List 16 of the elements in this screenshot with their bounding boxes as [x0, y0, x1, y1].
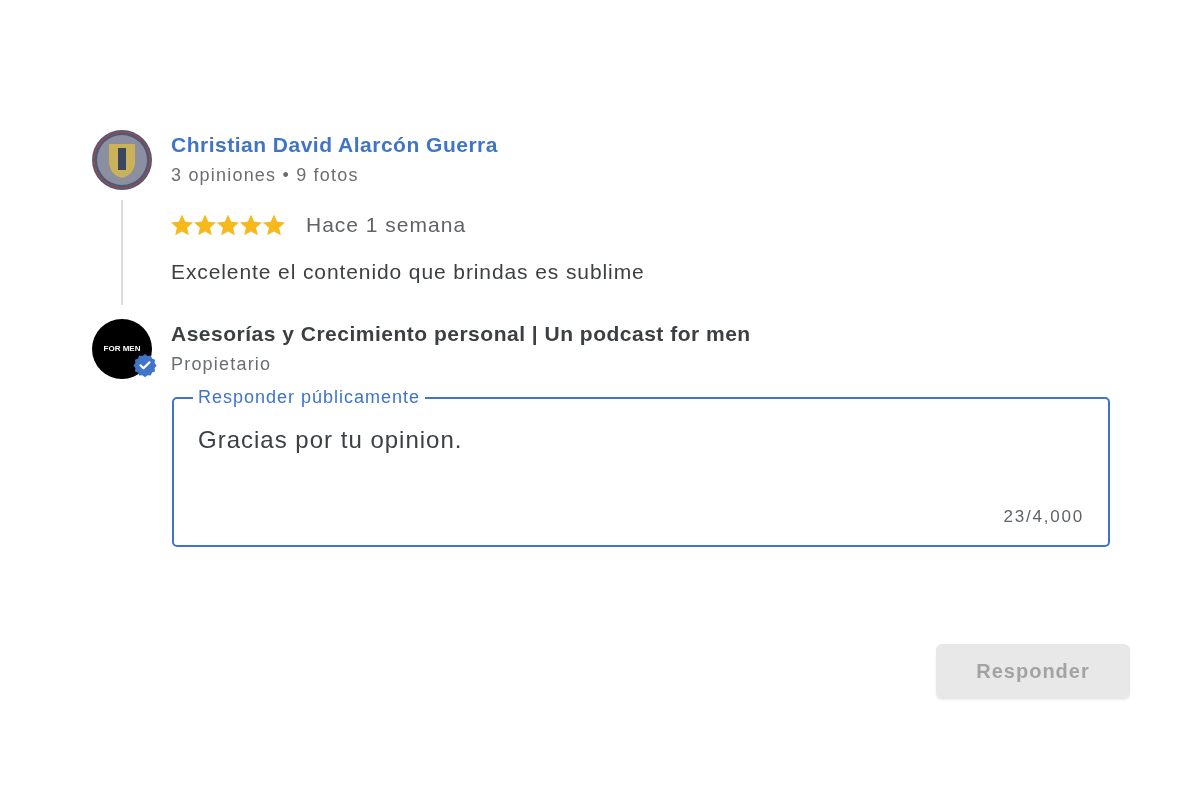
star-icon — [240, 214, 262, 236]
star-icon — [194, 214, 216, 236]
star-icon — [171, 214, 193, 236]
owner-name: Asesorías y Crecimiento personal | Un podcast for men — [171, 321, 751, 347]
reviewer-name[interactable]: Christian David Alarcón Guerra — [171, 132, 498, 158]
character-counter: 23/4,000 — [1003, 507, 1084, 527]
field-value: Gracias por tu opinion. — [198, 426, 463, 454]
star-icon — [217, 214, 239, 236]
field-label: Responder públicamente — [193, 387, 426, 407]
star-icon — [263, 214, 285, 236]
owner-role: Propietario — [171, 353, 272, 375]
reviewer-stats: 3 opiniones • 9 fotos — [171, 164, 359, 186]
logo-text: FOR MEN — [103, 344, 141, 354]
review-text: Excelente el contenido que brindas es sublime — [171, 260, 645, 284]
review-time: Hace 1 semana — [306, 214, 467, 236]
crest-avatar — [92, 130, 152, 190]
